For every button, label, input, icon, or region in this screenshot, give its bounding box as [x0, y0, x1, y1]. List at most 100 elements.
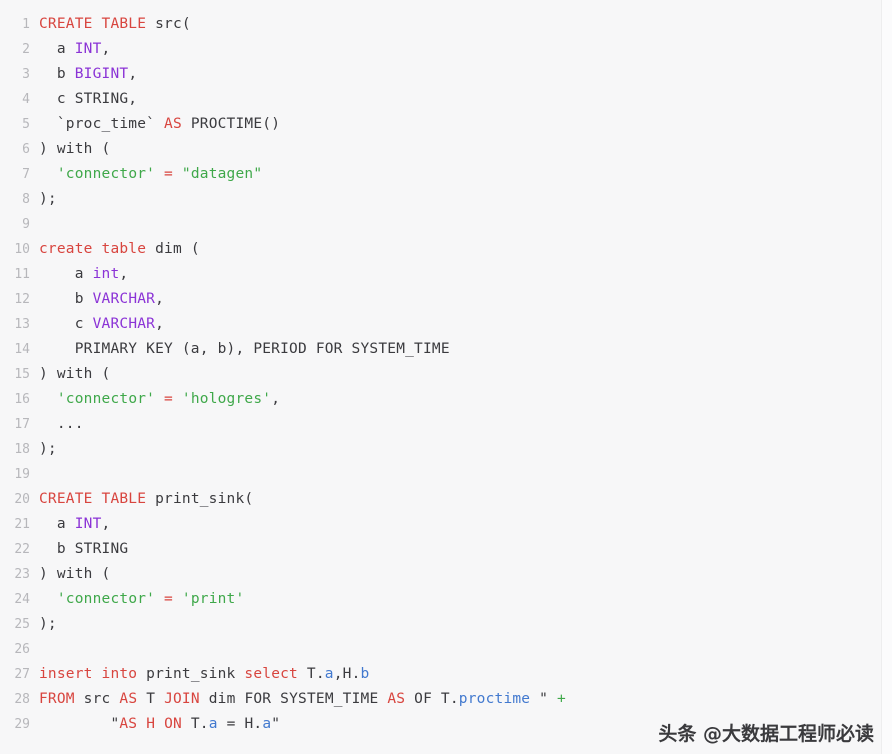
code-line-content[interactable]: ) with ( — [39, 362, 892, 387]
code-token-type: INT — [74, 516, 102, 532]
code-token-plain: T — [137, 691, 165, 707]
code-line-content[interactable]: FROM src AS T JOIN dim FOR SYSTEM_TIME A… — [39, 687, 892, 712]
code-token-str: 'hologres' — [181, 391, 272, 407]
code-token-plain: , — [155, 291, 165, 307]
code-token-plain: OF T. — [405, 691, 459, 707]
line-number: 17 — [14, 417, 30, 432]
code-line-content[interactable]: a INT, — [39, 37, 892, 62]
code-token-kw: AS — [387, 691, 406, 707]
code-token-kw: ON — [164, 716, 182, 732]
code-line[interactable]: 22 b STRING — [0, 537, 892, 562]
code-line-content[interactable]: CREATE TABLE src( — [39, 12, 892, 37]
code-line[interactable]: 9 — [0, 212, 892, 237]
code-line[interactable]: 21 a INT, — [0, 512, 892, 537]
code-line-content[interactable]: insert into print_sink select T.a,H.b — [39, 662, 892, 687]
code-line[interactable]: 1 CREATE TABLE src( — [0, 12, 892, 37]
code-line-content[interactable]: ); — [39, 437, 892, 462]
code-token-kw: AS — [164, 116, 182, 132]
code-line[interactable]: 28 FROM src AS T JOIN dim FOR SYSTEM_TIME… — [0, 687, 892, 712]
code-line-content[interactable]: c STRING, — [39, 87, 892, 112]
code-line[interactable]: 18); — [0, 437, 892, 462]
line-number: 15 — [14, 367, 30, 382]
code-line[interactable]: 24 'connector' = 'print' — [0, 587, 892, 612]
watermark: 头条 @大数据工程师必读 — [658, 719, 874, 746]
code-token-plain: " — [39, 716, 120, 732]
code-line-content[interactable]: ); — [39, 612, 892, 637]
line-number: 3 — [22, 67, 30, 82]
code-line[interactable]: 23) with ( — [0, 562, 892, 587]
code-token-plain: ) with ( — [39, 141, 111, 157]
code-line[interactable]: 26 — [0, 637, 892, 662]
code-line[interactable]: 27 insert into print_sink select T.a,H.b — [0, 662, 892, 687]
code-token-plain: c STRING, — [39, 91, 138, 107]
code-line-content[interactable]: 'connector' = "datagen" — [39, 162, 892, 187]
line-number: 12 — [14, 292, 30, 307]
code-token-plain: a — [39, 516, 75, 532]
code-line[interactable]: 7 'connector' = "datagen" — [0, 162, 892, 187]
code-token-plain: b — [39, 66, 75, 82]
code-token-op: = — [155, 391, 182, 407]
code-line[interactable]: 10 create table dim ( — [0, 237, 892, 262]
code-line-content[interactable]: PRIMARY KEY (a, b), PERIOD FOR SYSTEM_TI… — [39, 337, 892, 362]
code-line[interactable]: 5 `proc_time` AS PROCTIME() — [0, 112, 892, 137]
code-token-kw: FROM — [39, 691, 75, 707]
code-token-str: 'print' — [181, 591, 245, 607]
code-token-plain: , — [155, 316, 165, 332]
code-line[interactable]: 12 b VARCHAR, — [0, 287, 892, 312]
code-line[interactable]: 3 b BIGINT, — [0, 62, 892, 87]
code-line[interactable]: 19 — [0, 462, 892, 487]
code-line[interactable]: 8); — [0, 187, 892, 212]
code-line-content[interactable]: ) with ( — [39, 137, 892, 162]
code-token-plain: , — [101, 41, 111, 57]
code-line-content[interactable]: b BIGINT, — [39, 62, 892, 87]
code-line[interactable]: 17 ... — [0, 412, 892, 437]
code-line-content[interactable]: CREATE TABLE print_sink( — [39, 487, 892, 512]
code-line-content[interactable]: a INT, — [39, 512, 892, 537]
code-line-content[interactable]: ) with ( — [39, 562, 892, 587]
code-line-content[interactable]: ... — [39, 412, 892, 437]
line-number: 1 — [22, 17, 30, 32]
line-number: 5 — [22, 117, 30, 132]
line-number: 7 — [22, 167, 30, 182]
code-line[interactable]: 15 ) with ( — [0, 362, 892, 387]
line-number: 20 — [14, 492, 30, 507]
code-token-plain: print_sink( — [155, 491, 254, 507]
line-number: 21 — [14, 517, 30, 532]
code-token-type: VARCHAR — [92, 316, 156, 332]
code-line[interactable]: 20 CREATE TABLE print_sink( — [0, 487, 892, 512]
code-line-content[interactable]: 'connector' = 'hologres', — [39, 387, 892, 412]
code-line-content[interactable]: `proc_time` AS PROCTIME() — [39, 112, 892, 137]
line-number: 14 — [14, 342, 30, 357]
code-line[interactable]: 6 ) with ( — [0, 137, 892, 162]
code-line[interactable]: 2 a INT, — [0, 37, 892, 62]
code-line[interactable]: 25); — [0, 612, 892, 637]
code-line[interactable]: 13 c VARCHAR, — [0, 312, 892, 337]
code-line-content[interactable]: b VARCHAR, — [39, 287, 892, 312]
code-token-plain: T. — [181, 716, 209, 732]
code-line-content[interactable]: 'connector' = 'print' — [39, 587, 892, 612]
code-token-plain: = H. — [217, 716, 263, 732]
line-number: 2 — [22, 42, 30, 57]
code-token-plain: ) with ( — [39, 566, 111, 582]
code-line[interactable]: 4 c STRING, — [0, 87, 892, 112]
code-token-plain: b — [39, 291, 93, 307]
code-token-ident: b — [360, 666, 370, 682]
code-line-content[interactable]: ); — [39, 187, 892, 212]
code-line-content[interactable]: create table dim ( — [39, 237, 892, 262]
code-editor-pane: 1 CREATE TABLE src(2 a INT, 3 b BIGINT, 4 c… — [0, 0, 892, 754]
line-number: 6 — [22, 142, 30, 157]
code-token-plain: a — [39, 266, 93, 282]
code-line-content[interactable]: b STRING — [39, 537, 892, 562]
code-token-str: + — [557, 691, 566, 707]
code-line-content[interactable]: c VARCHAR, — [39, 312, 892, 337]
code-token-plain: , — [119, 266, 129, 282]
line-number: 26 — [14, 642, 30, 657]
code-line[interactable]: 16 'connector' = 'hologres', — [0, 387, 892, 412]
code-line[interactable]: 14 PRIMARY KEY (a, b), PERIOD FOR SYSTEM… — [0, 337, 892, 362]
code-token-kw: create table — [39, 241, 156, 257]
code-line[interactable]: 11 a int, — [0, 262, 892, 287]
code-line-content[interactable]: a int, — [39, 262, 892, 287]
code-token-plain: ) with ( — [39, 366, 111, 382]
code-surface[interactable]: 1 CREATE TABLE src(2 a INT, 3 b BIGINT, 4 c… — [0, 0, 892, 754]
